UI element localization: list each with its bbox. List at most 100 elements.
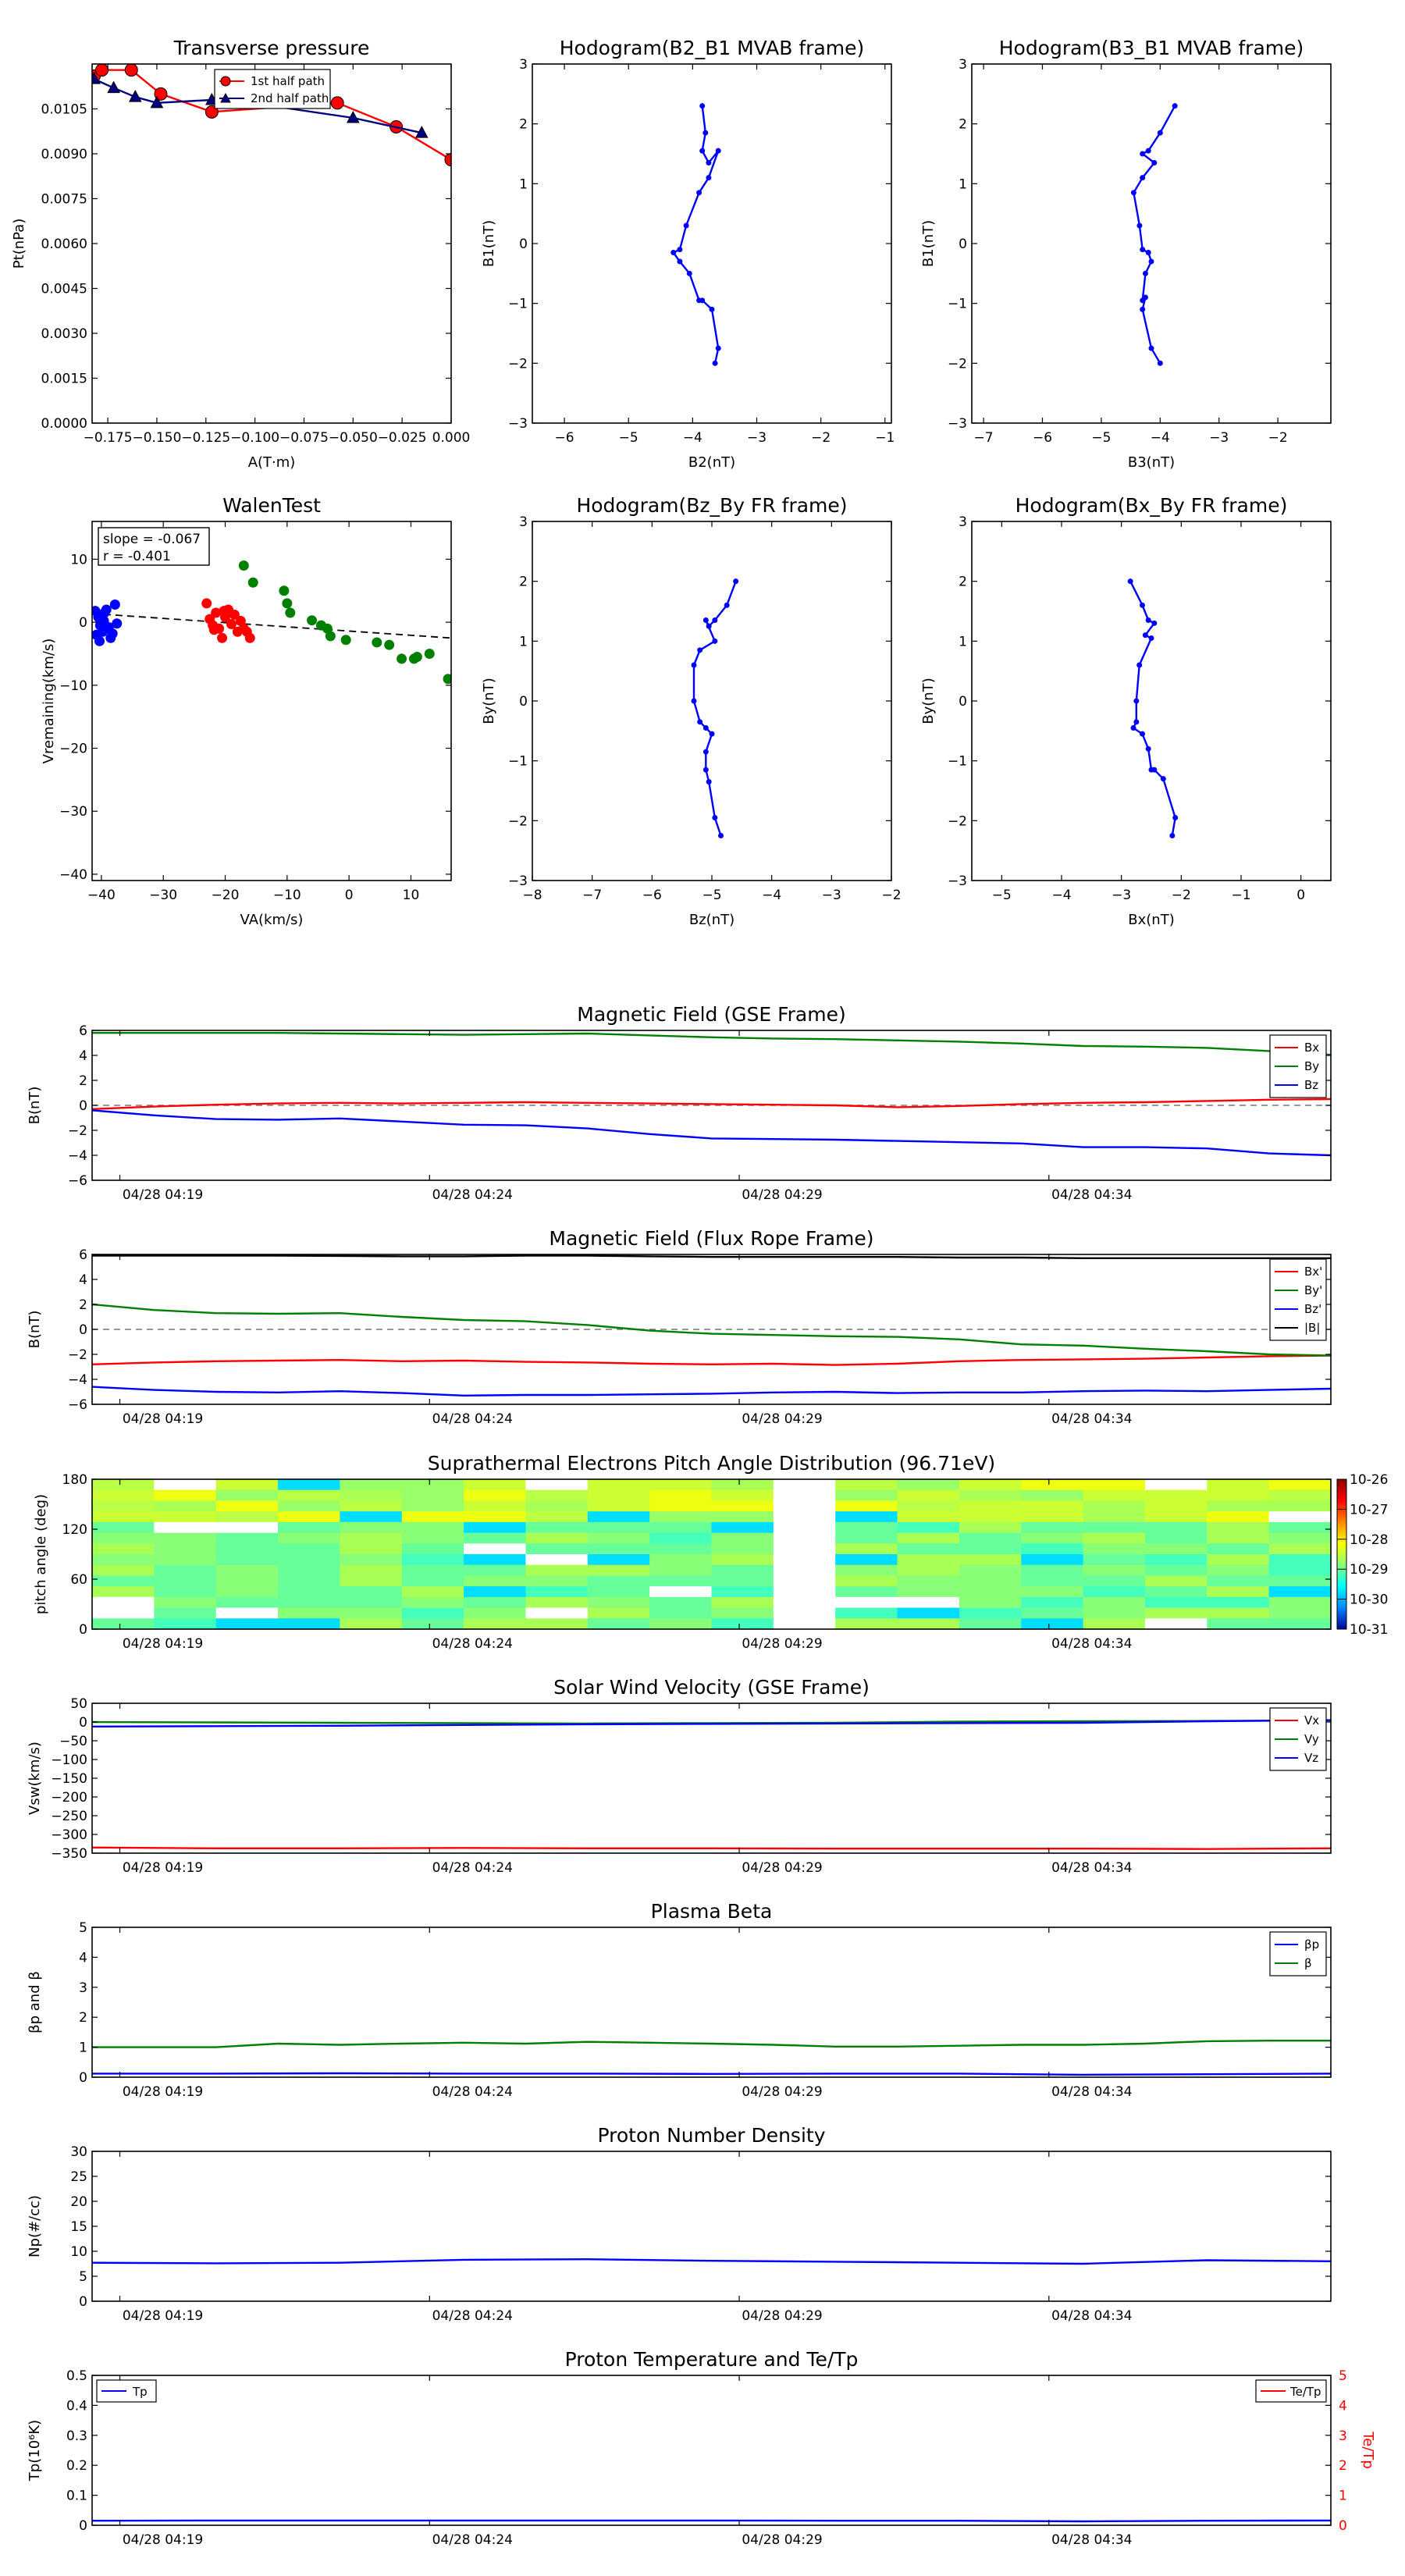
heatmap-cell <box>959 1511 1022 1523</box>
panel-title: Proton Number Density <box>598 2124 826 2147</box>
heatmap-cell <box>1083 1543 1146 1555</box>
heatmap-cell <box>897 1543 960 1555</box>
x-tick-label: −0.150 <box>132 430 181 446</box>
data-point <box>285 607 296 618</box>
heatmap-cell <box>278 1596 340 1609</box>
right-y-tick-label: 1 <box>1339 2489 1347 2504</box>
heatmap-cell <box>587 1489 650 1501</box>
heatmap-cell <box>154 1532 217 1544</box>
y-tick-label: −1 <box>948 297 967 312</box>
heatmap-cell <box>835 1618 898 1630</box>
y-tick-label: −20 <box>59 742 87 757</box>
y-tick-label: 180 <box>62 1472 87 1488</box>
heatmap-cell <box>773 1564 836 1576</box>
legend-label: 2nd half path <box>251 91 329 105</box>
legend-label: Vz <box>1304 1751 1318 1765</box>
y-tick-label: 0.0030 <box>41 326 87 342</box>
y-tick-label: 2 <box>79 1297 87 1313</box>
data-point <box>702 725 709 731</box>
heatmap-cell <box>92 1543 155 1555</box>
heatmap-cell <box>464 1500 526 1512</box>
heatmap-cell <box>464 1564 526 1576</box>
heatmap-cell <box>1207 1500 1270 1512</box>
legend-marker <box>220 76 231 87</box>
heatmap-cell <box>1083 1564 1146 1576</box>
heatmap-cell <box>92 1489 155 1501</box>
heatmap-cell <box>278 1586 340 1598</box>
y-tick-label: 10 <box>70 552 87 568</box>
heatmap-cell <box>1021 1543 1084 1555</box>
data-point <box>307 615 318 626</box>
heatmap-cell <box>215 1618 279 1630</box>
y-tick-label: 0 <box>79 615 87 631</box>
y-tick-label: 2 <box>519 575 528 590</box>
heatmap-cell <box>1268 1554 1332 1566</box>
heatmap-cell <box>649 1618 712 1630</box>
x-tick-label: −1 <box>875 430 895 446</box>
chart-hodogram-bz-by: −3 −2 −1 0 1 2 3 −8 −7 −6 −5 −4 −3 −2 Hodogram(Bz_By F… <box>481 494 902 928</box>
data-point <box>696 190 702 196</box>
series-s0-line <box>92 2258 1331 2265</box>
time-tick-label: 04/28 04:29 <box>742 2084 822 2100</box>
plot-area <box>92 1031 1331 1157</box>
heatmap-cell <box>773 1618 836 1630</box>
y-tick-label: −3 <box>508 873 528 889</box>
heatmap-cell <box>215 1511 279 1523</box>
heatmap-cell <box>1207 1479 1270 1491</box>
y-tick-label: 6 <box>79 1023 87 1039</box>
series-by-line <box>92 1031 1331 1056</box>
y-tick-label: −200 <box>51 1790 87 1806</box>
heatmap-cell <box>711 1607 774 1619</box>
heatmap-cell <box>525 1564 589 1576</box>
x-tick-label: −5 <box>1091 430 1111 446</box>
heatmap-cell <box>278 1607 340 1619</box>
time-tick-label: 04/28 04:19 <box>123 1187 203 1203</box>
heatmap-cell <box>835 1500 898 1512</box>
series-b-line <box>92 1254 1331 1260</box>
x-tick-label: −0.100 <box>230 430 279 446</box>
time-tick-label: 04/28 04:34 <box>1051 1411 1132 1427</box>
heatmap-cell <box>1144 1554 1208 1566</box>
heatmap-cell <box>464 1532 526 1544</box>
legend-label: Bx' <box>1304 1265 1322 1279</box>
x-tick-label: −4 <box>1051 888 1071 903</box>
y-tick-label: −50 <box>59 1734 87 1749</box>
right-y-tick-label: 0 <box>1339 2518 1347 2534</box>
y-axis-label: Vsw(km/s) <box>27 1742 43 1815</box>
heatmap-cell <box>773 1500 836 1512</box>
heatmap-cell <box>1144 1489 1208 1501</box>
y-tick-label: 4 <box>79 1272 87 1288</box>
heatmap-cell <box>215 1489 279 1501</box>
heatmap-cell <box>92 1479 155 1491</box>
data-point <box>702 617 709 623</box>
y-tick-label: 0.0090 <box>41 147 87 162</box>
heatmap-cell <box>1207 1618 1270 1630</box>
y-tick-label: 0.0105 <box>41 102 87 118</box>
time-tick-label: 04/28 04:24 <box>432 2308 513 2324</box>
heatmap-cell <box>897 1500 960 1512</box>
data-point <box>724 602 730 608</box>
heatmap-cell <box>464 1489 526 1501</box>
heatmap-cell <box>649 1479 712 1491</box>
heatmap-cell <box>1268 1618 1332 1630</box>
heatmap-cell <box>1268 1575 1332 1587</box>
y-tick-label: 60 <box>70 1572 87 1588</box>
y-tick-label: −150 <box>51 1771 87 1787</box>
x-tick-label: −0.050 <box>329 430 378 446</box>
heatmap-cell <box>92 1596 155 1609</box>
data-point <box>683 222 689 229</box>
r-label: r = -0.401 <box>103 549 171 564</box>
heatmap-cell <box>587 1607 650 1619</box>
y-tick-label: 3 <box>959 57 967 73</box>
y-tick-label: 4 <box>79 1048 87 1064</box>
heatmap-cell <box>401 1554 464 1566</box>
data-point <box>217 632 228 643</box>
series-bx-line <box>92 1354 1331 1366</box>
plot-area <box>691 578 739 838</box>
series-s0-line <box>1129 581 1176 836</box>
heatmap-cell <box>154 1596 217 1609</box>
chart-pitch-angle-distribution: 0 60 120 180 04/28 04:19 04/28 04:24 04/28 04:… <box>33 1452 1388 1652</box>
data-point <box>1142 294 1148 301</box>
heatmap-cell <box>1207 1521 1270 1534</box>
heatmap-cell <box>401 1564 464 1576</box>
